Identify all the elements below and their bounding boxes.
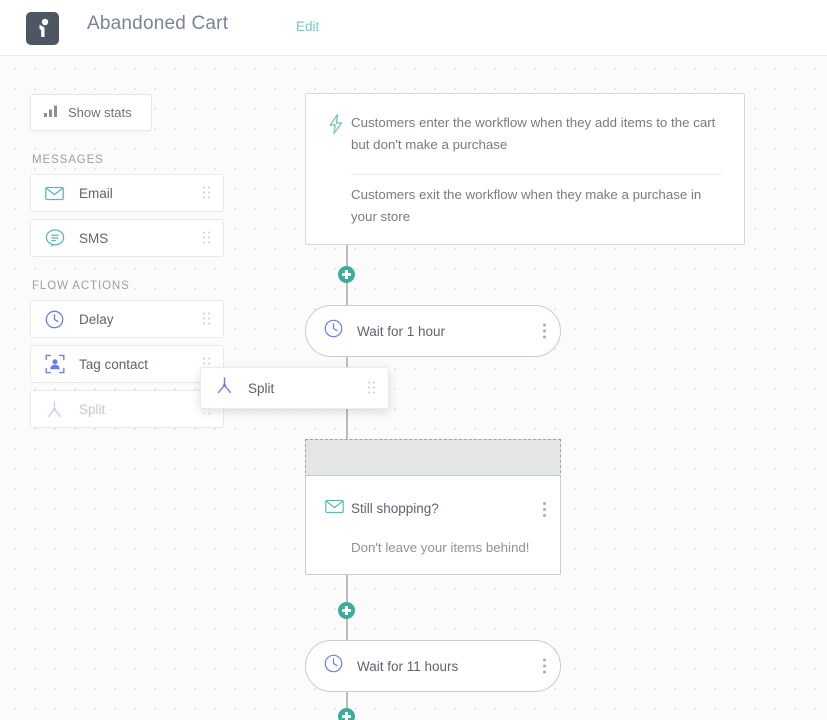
envelope-icon: [44, 183, 65, 204]
node-title: Still shopping?: [351, 501, 439, 516]
split-icon: [215, 376, 234, 400]
trigger-divider: [351, 174, 722, 175]
node-wait-11-hours[interactable]: Wait for 11 hours: [305, 640, 561, 692]
split-icon: [44, 399, 65, 420]
palette-item-split[interactable]: Split: [30, 390, 224, 428]
chat-bubble-icon: [44, 228, 65, 249]
add-step-button[interactable]: [338, 602, 355, 619]
workflow-builder-app: Abandoned Cart Edit Show stats MESSAGES: [0, 0, 827, 720]
node-menu-button[interactable]: [543, 658, 546, 674]
palette-item-label: SMS: [79, 230, 109, 246]
clock-icon: [44, 309, 65, 330]
add-step-button[interactable]: [338, 266, 355, 283]
show-stats-button[interactable]: Show stats: [30, 94, 152, 131]
node-menu-button[interactable]: [543, 323, 546, 339]
clock-icon: [324, 654, 343, 678]
palette-item-label: Delay: [79, 311, 114, 327]
node-subtitle: Don't leave your items behind!: [351, 540, 530, 555]
drag-handle-icon[interactable]: [203, 186, 212, 200]
palette-item-label: Email: [79, 185, 113, 201]
element-palette-sidebar: Show stats MESSAGES Email SMS FLOW ACTIO…: [30, 94, 225, 435]
trigger-exit-text: Customers exit the workflow when they ma…: [351, 187, 702, 224]
palette-item-delay[interactable]: Delay: [30, 300, 224, 338]
trigger-card[interactable]: Customers enter the workflow when they a…: [305, 93, 745, 245]
drag-handle-icon[interactable]: [203, 312, 212, 326]
palette-item-tag-contact[interactable]: Tag contact: [30, 345, 224, 383]
workflow-canvas[interactable]: Show stats MESSAGES Email SMS FLOW ACTIO…: [0, 56, 827, 720]
show-stats-label: Show stats: [68, 105, 132, 120]
palette-item-email[interactable]: Email: [30, 174, 224, 212]
dragged-split-card[interactable]: Split: [200, 367, 389, 409]
page-title: Abandoned Cart: [87, 13, 229, 34]
dragged-card-label: Split: [248, 380, 275, 396]
palette-item-label: Tag contact: [79, 356, 149, 372]
node-label: Wait for 1 hour: [357, 323, 446, 339]
node-wait-1-hour[interactable]: Wait for 1 hour: [305, 305, 561, 357]
envelope-icon: [325, 499, 345, 519]
palette-item-sms[interactable]: SMS: [30, 219, 224, 257]
node-label: Wait for 11 hours: [357, 658, 459, 674]
tag-contact-icon: [44, 354, 65, 375]
section-label-flow-actions: FLOW ACTIONS: [32, 280, 130, 292]
app-logo-icon: [26, 12, 59, 45]
drag-handle-icon[interactable]: [203, 231, 212, 245]
bar-chart-icon: [44, 104, 58, 122]
section-label-messages: MESSAGES: [32, 154, 104, 166]
node-email-still-shopping[interactable]: Still shopping? Don't leave your items b…: [305, 475, 561, 575]
drag-handle-icon[interactable]: [368, 381, 377, 395]
add-step-button[interactable]: [338, 708, 355, 720]
edit-link[interactable]: Edit: [296, 19, 319, 34]
node-menu-button[interactable]: [543, 502, 546, 517]
lightning-bolt-icon: [325, 113, 347, 135]
palette-item-label: Split: [79, 401, 106, 417]
trigger-entry-text: Customers enter the workflow when they a…: [351, 115, 716, 152]
clock-icon: [324, 319, 343, 343]
app-header: Abandoned Cart Edit: [0, 0, 827, 56]
